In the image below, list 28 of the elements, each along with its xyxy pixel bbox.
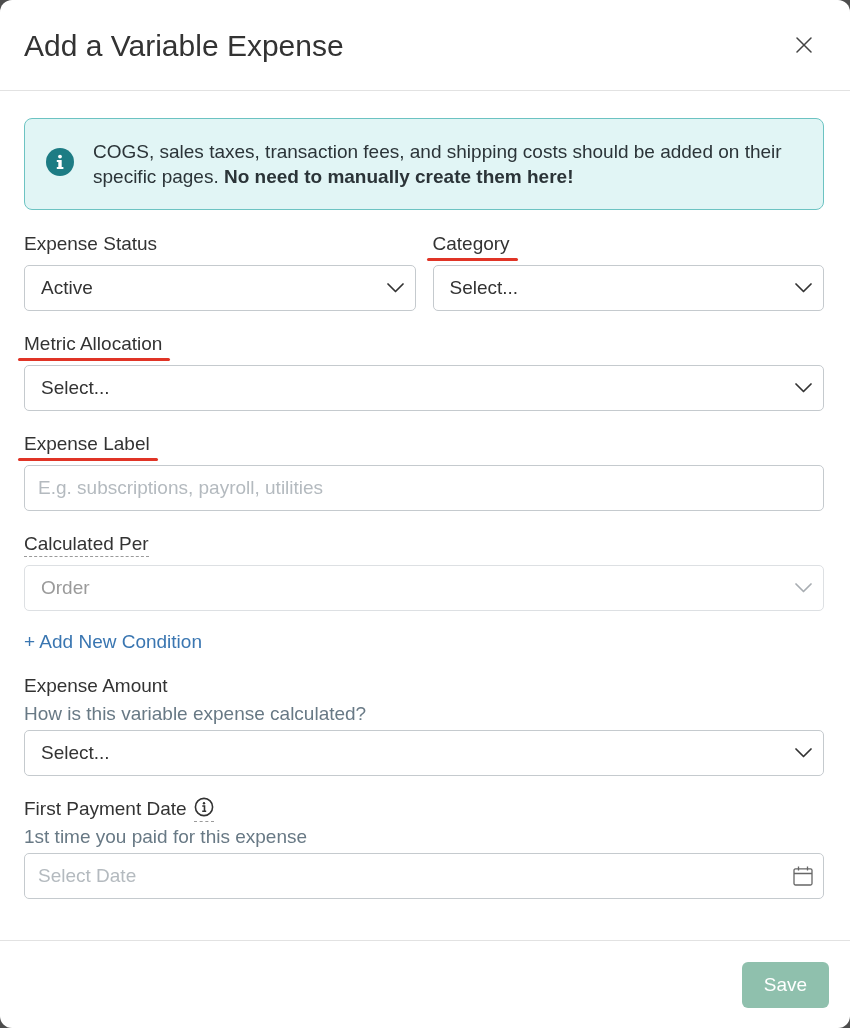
dropdown[interactable]: Select...: [24, 730, 824, 776]
field-label: Calculated Per: [24, 533, 149, 557]
field-label: Expense Amount: [24, 675, 168, 697]
chevron-down-icon: [386, 283, 404, 293]
chevron-down-icon: [795, 283, 812, 293]
info-icon: [46, 148, 74, 176]
chevron-down-icon: [795, 748, 812, 758]
dropdown[interactable]: Select...: [24, 365, 824, 411]
notice-text: COGS, sales taxes, transaction fees, and shipping costs should be added on their specific pages. No need to manually create them here!: [93, 140, 783, 189]
close-button[interactable]: [796, 37, 812, 53]
calendar-icon[interactable]: [793, 866, 813, 886]
dialog-title: Add a Variable Expense: [24, 28, 344, 64]
field-label: First Payment Date: [24, 798, 187, 820]
dropdown[interactable]: Select...: [432, 265, 824, 311]
dropdown[interactable]: Active: [24, 265, 416, 311]
field-label: Expense Status: [24, 233, 158, 255]
add-condition-link[interactable]: + Add New Condition: [24, 631, 202, 652]
chevron-down-icon: [795, 383, 812, 393]
field-label: Category: [432, 233, 510, 255]
field-hint: 1st time you paid for this expense: [24, 826, 309, 848]
field-label: Expense Label: [24, 433, 150, 455]
chevron-down-icon: [795, 583, 812, 593]
close-icon: [796, 37, 812, 53]
date-field[interactable]: Select Date: [24, 853, 824, 899]
text-input[interactable]: E.g. subscriptions, payroll, utilities: [24, 465, 824, 511]
field-hint: How is this variable expense calculated?: [24, 703, 368, 725]
info-icon[interactable]: [193, 797, 214, 822]
field-label: Metric Allocation: [24, 333, 163, 355]
